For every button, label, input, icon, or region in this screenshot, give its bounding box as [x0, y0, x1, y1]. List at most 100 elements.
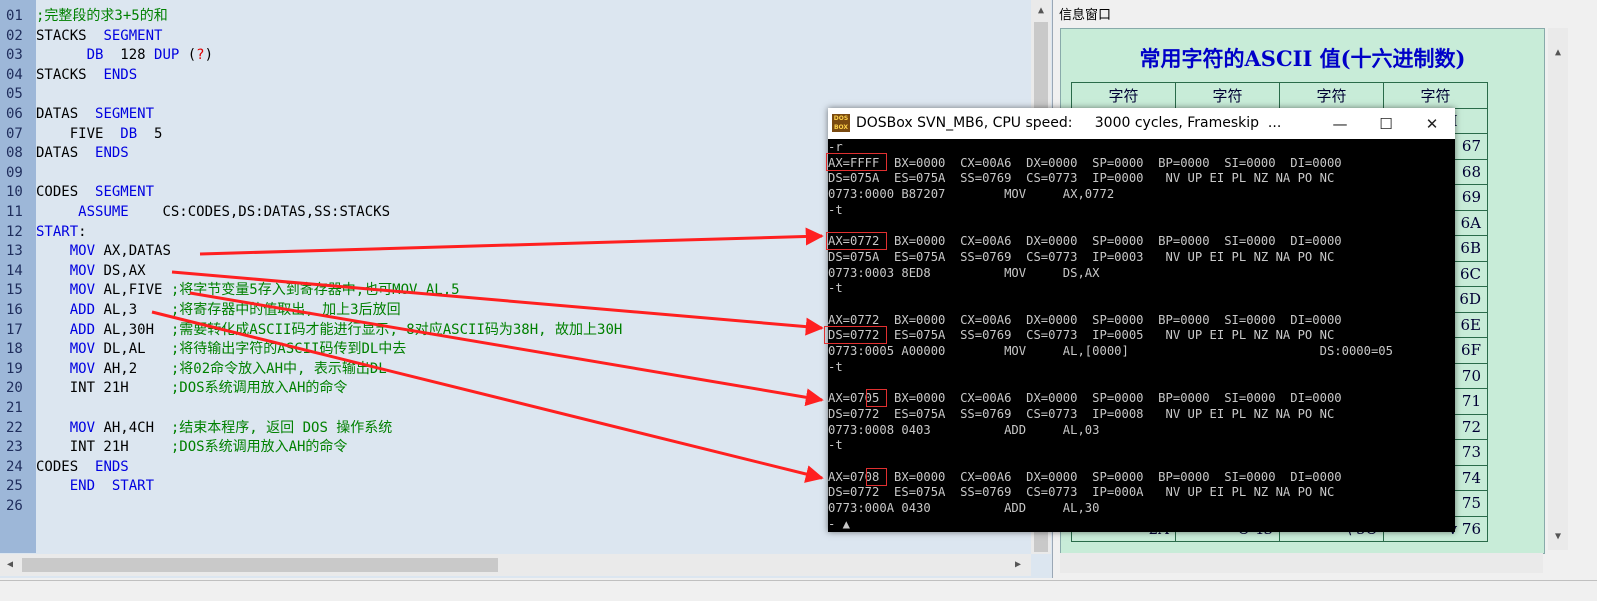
console-line: - ▲ [828, 516, 851, 531]
line-number: 22 [6, 419, 23, 436]
code-token: DATAS [36, 106, 96, 122]
line-number: 10 [6, 184, 23, 201]
code-line[interactable]: 20 INT 21H ;DOS系统调用放入AH的命令 [0, 378, 347, 398]
line-number: 08 [6, 145, 23, 162]
code-token: AX,DATAS [95, 243, 171, 260]
code-token: AH,2 [95, 360, 171, 377]
code-line[interactable]: 07 FIVE DB 5 [0, 124, 162, 144]
line-number: 18 [6, 341, 23, 358]
line-number: 24 [6, 458, 23, 475]
code-line[interactable]: 09 [0, 163, 36, 183]
code-line[interactable]: 24 CODES ENDS [0, 457, 129, 477]
code-token: AL,3 [95, 302, 171, 318]
code-line[interactable]: 10 CODES SEGMENT [0, 182, 154, 202]
code-line[interactable]: 16 ADD AL,3 ;将寄存器中的值取出, 加上3后放回 [0, 300, 401, 320]
code-line[interactable]: 23 INT 21H ;DOS系统调用放入AH的命令 [0, 437, 347, 457]
code-line[interactable]: 15 MOV AL,FIVE ;将字节变量5存入到寄存器中,也可MOV AL,5 [0, 280, 460, 300]
close-button[interactable]: ✕ [1412, 112, 1452, 136]
dos-console[interactable]: -r AX=FFFF BX=0000 CX=00A6 DX=0000 SP=000… [828, 139, 1455, 532]
code-token: ;将待输出字符的ASCII码传到DL中去 [170, 341, 407, 358]
code-line[interactable]: 06 DATAS SEGMENT [0, 104, 154, 124]
code-line[interactable]: 13 MOV AX,DATAS [0, 241, 171, 261]
line-number: 11 [6, 204, 23, 220]
code-token: CODES [36, 458, 96, 475]
code-line[interactable]: 05 [0, 84, 36, 104]
ascii-table-cell: 字符 [1175, 82, 1280, 109]
code-line[interactable]: 03 DB 128 DUP (?) [0, 45, 213, 65]
highlight-box [824, 326, 887, 344]
dosbox-titlebar[interactable]: DOS BOX DOSBox SVN_MB6, CPU speed: 3000 c… [828, 108, 1455, 139]
dosbox-title: DOSBox SVN_MB6, CPU speed: 3000 cycles, … [856, 115, 1282, 131]
console-line: DS=0772 ES=075A SS=0769 CS=0773 IP=0005 … [828, 328, 1335, 343]
line-number: 02 [6, 27, 23, 44]
code-line[interactable]: 22 MOV AH,4CH ;结束本程序, 返回 DOS 操作系统 [0, 418, 392, 438]
dosbox-window[interactable]: DOS BOX DOSBox SVN_MB6, CPU speed: 3000 c… [824, 108, 1455, 532]
code-line[interactable]: 21 [0, 398, 36, 418]
scroll-left-icon[interactable]: ◀ [0, 556, 20, 574]
highlight-box [866, 389, 887, 407]
code-token: AL,FIVE [95, 282, 171, 299]
editor-horizontal-scrollbar[interactable]: ◀ ▶ [0, 554, 1031, 576]
console-line: -t [828, 438, 843, 453]
code-token: ENDS [95, 145, 129, 162]
code-token: FIVE [36, 125, 121, 142]
code-token: 5 [137, 125, 163, 142]
console-line: DS=0772 ES=075A SS=0769 CS=0773 IP=0008 … [828, 406, 1335, 421]
code-line[interactable]: 14 MOV DS,AX [0, 261, 146, 281]
code-line[interactable]: 12 START: [0, 222, 87, 242]
code-line[interactable]: 19 MOV AH,2 ;将02命令放入AH中, 表示输出DL [0, 359, 387, 379]
code-line[interactable]: 04 STACKS ENDS [0, 65, 137, 85]
code-token: ;将寄存器中的值取出, 加上3后放回 [170, 302, 401, 318]
dosbox-app-icon: DOS BOX [832, 114, 850, 132]
maximize-button[interactable]: ☐ [1366, 112, 1406, 136]
code-token: MOV [69, 419, 96, 436]
highlight-box [826, 232, 887, 250]
minimize-button[interactable]: — [1320, 112, 1360, 136]
line-number: 12 [6, 223, 23, 240]
code-line[interactable]: 08 DATAS ENDS [0, 143, 129, 163]
code-token: ;DOS系统调用放入AH的命令 [170, 439, 348, 456]
line-number: 01 [6, 8, 23, 24]
code-line[interactable]: 25 END START [0, 476, 154, 496]
code-token: ;DOS系统调用放入AH的命令 [170, 380, 348, 397]
code-token: 128 [103, 47, 155, 64]
line-number: 03 [6, 47, 23, 64]
line-number: 16 [6, 302, 23, 318]
console-line: AX=0705 BX=0000 CX=00A6 DX=0000 SP=0000 … [828, 391, 1342, 406]
code-token: CODES [36, 184, 96, 201]
info-window-label: 信息窗口 [1059, 8, 1112, 23]
code-line[interactable]: 17 ADD AL,30H ;需要转化成ASCII码才能进行显示, 8对应ASC… [0, 320, 622, 340]
editor-hscroll-thumb[interactable] [22, 558, 498, 572]
line-number: 19 [6, 360, 23, 377]
code-token: INT 21H [36, 380, 171, 397]
code-line[interactable]: 11 ASSUME CS:CODES,DS:DATAS,SS:STACKS [0, 202, 390, 222]
code-token: SEGMENT [103, 27, 163, 44]
code-token: ENDS [95, 458, 129, 475]
code-token: AL,30H [95, 321, 171, 338]
code-token: START [111, 478, 155, 495]
code-token: SEGMENT [95, 184, 155, 201]
code-token: DS,AX [95, 262, 146, 279]
highlight-box [826, 153, 887, 171]
code-line[interactable]: 26 [0, 496, 36, 516]
code-line[interactable]: 01 ;完整段的求3+5的和 [0, 6, 168, 26]
code-token: ;将02命令放入AH中, 表示输出DL [170, 360, 387, 377]
scroll-right-icon[interactable]: ▶ [1008, 556, 1028, 574]
console-line: AX=FFFF BX=0000 CX=00A6 DX=0000 SP=0000 … [828, 155, 1342, 170]
code-token: DB [86, 47, 104, 64]
code-line[interactable]: 18 MOV DL,AL ;将待输出字符的ASCII码传到DL中去 [0, 339, 406, 359]
console-line: 0773:0000 B87207 MOV AX,0772 [828, 187, 1115, 202]
info-horizontal-scrollbar[interactable] [1060, 553, 1543, 573]
code-token: ENDS [103, 66, 138, 83]
code-line[interactable]: 02 STACKS SEGMENT [0, 26, 162, 46]
code-token: MOV [69, 262, 96, 279]
status-bar [0, 580, 1597, 601]
scroll-up-icon[interactable]: ▲ [1031, 2, 1051, 20]
code-token: ? [196, 47, 205, 64]
info-vertical-scrollbar[interactable]: ▲ ▼ [1548, 28, 1568, 550]
info-scroll-down-icon[interactable]: ▼ [1548, 528, 1568, 546]
line-number: 17 [6, 321, 23, 338]
info-scroll-up-icon[interactable]: ▲ [1548, 44, 1568, 62]
